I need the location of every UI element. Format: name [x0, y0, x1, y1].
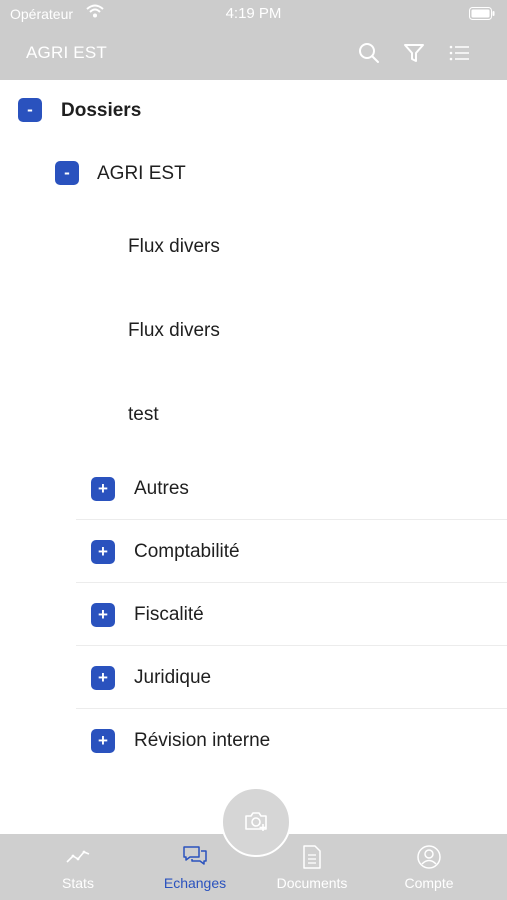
camera-add-button[interactable] — [221, 787, 291, 857]
category-label: Comptabilité — [134, 541, 240, 562]
category-row-juridique[interactable]: + Juridique — [0, 646, 507, 708]
list-item[interactable]: test — [0, 383, 507, 443]
battery-icon — [469, 7, 495, 23]
category-label: Révision interne — [134, 730, 271, 751]
expand-button[interactable]: + — [91, 477, 115, 501]
tab-stats[interactable]: Stats — [18, 834, 138, 900]
list-icon[interactable] — [447, 41, 471, 70]
list-item-label: test — [128, 404, 159, 425]
category-label: Fiscalité — [134, 604, 204, 625]
collapse-button[interactable]: - — [18, 98, 42, 122]
tab-label: Compte — [404, 875, 454, 891]
tab-compte[interactable]: Compte — [369, 834, 489, 900]
collapse-button[interactable]: - — [55, 161, 79, 185]
category-row-fiscalite[interactable]: + Fiscalité — [0, 583, 507, 645]
tree-folder-agri-est[interactable]: - AGRI EST — [0, 142, 507, 202]
status-time: 4:19 PM — [225, 5, 282, 22]
nav-bar: AGRI EST — [0, 28, 507, 80]
account-icon — [416, 844, 442, 875]
list-item-label: Flux divers — [128, 320, 220, 341]
category-row-autres[interactable]: + Autres — [0, 457, 507, 519]
expand-button[interactable]: + — [91, 540, 115, 564]
list-item[interactable]: Flux divers — [0, 299, 507, 359]
tab-label: Documents — [276, 875, 348, 891]
tree-root-dossiers[interactable]: - Dossiers — [0, 80, 507, 140]
expand-button[interactable]: + — [91, 729, 115, 753]
tree-folder-label: AGRI EST — [97, 163, 186, 184]
expand-button[interactable]: + — [91, 603, 115, 627]
list-item[interactable]: Flux divers — [0, 215, 507, 275]
category-row-comptabilite[interactable]: + Comptabilité — [0, 520, 507, 582]
list-item-label: Flux divers — [128, 236, 220, 257]
search-icon[interactable] — [357, 41, 381, 70]
category-row-revision-interne[interactable]: + Révision interne — [0, 709, 507, 771]
page-title: AGRI EST — [26, 43, 107, 62]
tab-label: Echanges — [163, 875, 227, 891]
tree-root-label: Dossiers — [61, 100, 142, 121]
category-label: Autres — [134, 478, 189, 499]
status-bar: Opérateur 4:19 PM — [0, 0, 507, 28]
category-label: Juridique — [134, 667, 212, 688]
camera-add-icon — [245, 812, 267, 831]
chat-icon — [182, 844, 208, 873]
stats-icon — [65, 844, 91, 873]
tab-label: Stats — [62, 875, 94, 891]
expand-button[interactable]: + — [91, 666, 115, 690]
document-icon — [299, 844, 325, 875]
filter-icon[interactable] — [402, 41, 426, 70]
